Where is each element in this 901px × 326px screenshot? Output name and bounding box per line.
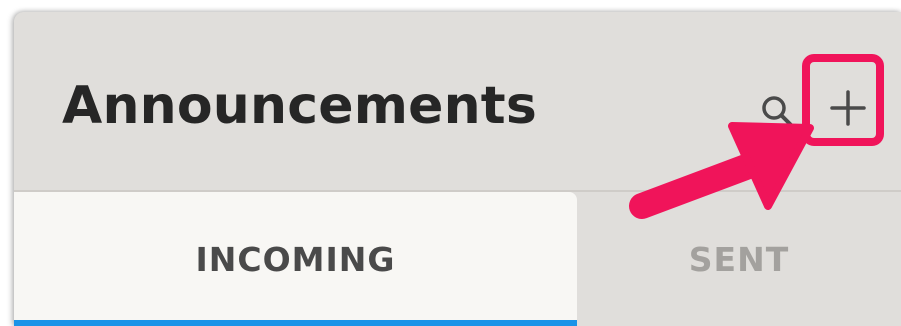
tab-incoming-label: INCOMING <box>195 240 396 279</box>
tab-bar: INCOMING SENT <box>14 192 901 326</box>
tab-sent-label: SENT <box>688 240 790 279</box>
tab-sent[interactable]: SENT <box>577 192 901 326</box>
active-tab-indicator <box>14 320 577 326</box>
add-announcement-button[interactable] <box>816 74 880 138</box>
page-title: Announcements <box>62 76 538 136</box>
search-icon <box>762 96 794 128</box>
tab-incoming[interactable]: INCOMING <box>14 192 577 326</box>
header-bar: Announcements <box>14 12 901 190</box>
plus-icon <box>830 90 866 126</box>
app-window: Announcements INCOMING SENT <box>14 12 901 326</box>
search-button[interactable] <box>758 92 798 132</box>
